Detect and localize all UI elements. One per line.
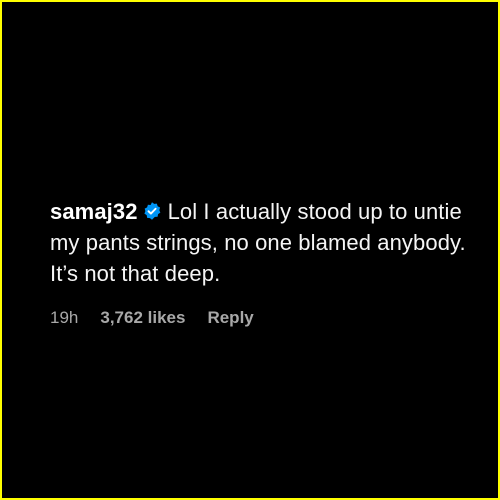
likes-count[interactable]: 3,762 likes — [100, 308, 185, 328]
reply-button[interactable]: Reply — [207, 308, 253, 328]
comment-body: samaj32 Lol I actually stood up to untie … — [50, 196, 470, 289]
comment-username[interactable]: samaj32 — [50, 199, 138, 224]
comment: samaj32 Lol I actually stood up to untie … — [50, 196, 470, 328]
comment-meta: 19h 3,762 likes Reply — [50, 308, 470, 328]
verified-badge-icon — [143, 202, 160, 220]
comment-card: samaj32 Lol I actually stood up to untie … — [2, 2, 498, 498]
comment-time: 19h — [50, 308, 79, 327]
